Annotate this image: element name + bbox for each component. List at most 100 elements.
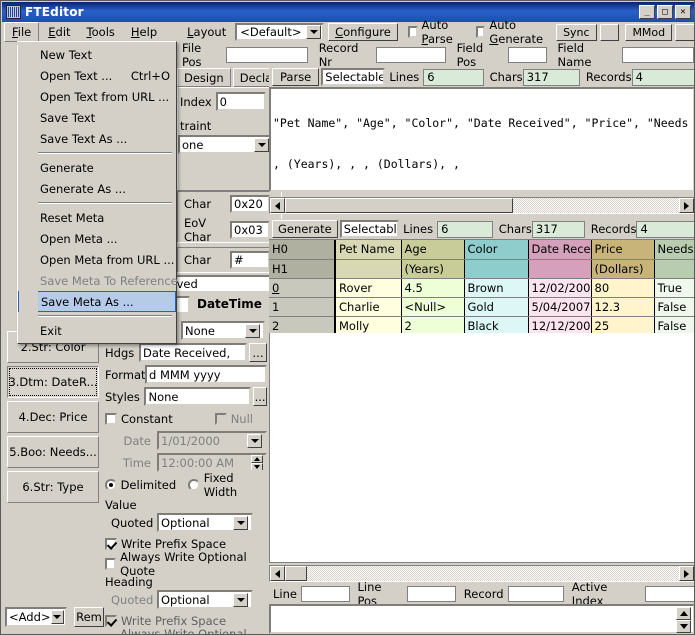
mmod-button[interactable]: MMod: [625, 23, 673, 41]
char-input-2[interactable]: #: [230, 251, 270, 269]
table-cell[interactable]: <Null>: [401, 297, 465, 317]
active-index-field[interactable]: [644, 585, 694, 602]
menu-item-generate[interactable]: Generate: [18, 157, 176, 178]
grid-empty-area[interactable]: [269, 333, 694, 563]
heading-write-prefix-space-checkbox[interactable]: [105, 614, 117, 627]
generate-mode-combo[interactable]: Selectable: [339, 220, 400, 238]
file-pos-field[interactable]: [226, 47, 308, 63]
table-cell[interactable]: False: [654, 316, 694, 333]
menu-edit[interactable]: Edit: [41, 23, 77, 41]
maximize-button[interactable]: □: [657, 5, 673, 19]
layout-combo[interactable]: <Default>: [235, 23, 325, 41]
value-write-prefix-space-checkbox[interactable]: [105, 537, 117, 550]
menu-tools[interactable]: Tools: [80, 23, 122, 41]
hdg-constraint-combo[interactable]: None: [181, 321, 265, 340]
col-subheader-cell[interactable]: [335, 259, 402, 279]
menu-file[interactable]: File: [4, 22, 40, 42]
table-cell[interactable]: 2: [401, 316, 465, 333]
table-cell[interactable]: 12/12/2006 1: [528, 316, 592, 333]
table-cell[interactable]: 25: [591, 316, 655, 333]
line-pos-field[interactable]: [407, 585, 456, 602]
field-name-field[interactable]: [621, 47, 694, 63]
col-header-cell[interactable]: Date Received: [528, 240, 592, 260]
toolbar-blank-1[interactable]: [599, 23, 620, 41]
editor-hscroll-thumb[interactable]: [285, 198, 513, 213]
generate-button[interactable]: Generate: [272, 220, 338, 238]
add-field-combo[interactable]: <Add>: [5, 607, 67, 627]
value-quoted-combo[interactable]: Optional: [157, 513, 253, 532]
table-row[interactable]: 0 Rover 4.5 Brown 12/02/2004 1 80 True: [269, 278, 694, 298]
col-header-cell[interactable]: Needs: [654, 240, 694, 260]
eov-char-input[interactable]: 0x03: [230, 221, 270, 239]
scroll-right-icon[interactable]: [679, 566, 694, 581]
menu-item-reset-meta[interactable]: Reset Meta: [18, 207, 176, 228]
table-cell[interactable]: Black: [464, 316, 529, 333]
col-subheader-cell[interactable]: [464, 259, 529, 279]
menu-item-exit[interactable]: Exit: [18, 320, 176, 341]
chevron-down-icon[interactable]: [254, 137, 269, 152]
table-cell[interactable]: Brown: [464, 278, 529, 298]
editor-hscrollbar[interactable]: [269, 197, 694, 214]
hdgs-input[interactable]: Date Received,: [139, 343, 247, 362]
scroll-up-icon[interactable]: [676, 607, 691, 620]
styles-input[interactable]: None: [144, 387, 252, 406]
editor-hscroll-track[interactable]: [513, 198, 679, 213]
record-nr-field[interactable]: [376, 47, 446, 63]
text-editor[interactable]: "Pet Name", "Age", "Color", "Date Receiv…: [269, 87, 694, 192]
row-header[interactable]: H0: [269, 240, 336, 260]
table-cell[interactable]: Gold: [464, 297, 529, 317]
value-always-quote-checkbox[interactable]: [105, 557, 117, 570]
remove-field-button[interactable]: Rem: [74, 607, 104, 627]
null-checkbox[interactable]: [214, 412, 227, 425]
styles-browse-button[interactable]: ...: [253, 387, 267, 406]
menu-item-save-meta-as[interactable]: Save Meta As ...: [18, 291, 176, 312]
col-header-cell[interactable]: Price: [591, 240, 655, 260]
row-header[interactable]: 0: [269, 278, 336, 298]
table-row-header-0[interactable]: H0 Pet Name Age Color Date Received Pric…: [269, 240, 694, 260]
sync-button[interactable]: Sync: [556, 23, 597, 41]
parse-mode-combo[interactable]: Selectable: [321, 68, 386, 86]
table-cell[interactable]: 80: [591, 278, 655, 298]
menu-item-open-meta-from-url[interactable]: Open Meta from URL ...: [18, 249, 176, 270]
menu-item-new-text[interactable]: New Text: [18, 44, 176, 65]
close-button[interactable]: ✕: [675, 5, 691, 19]
delimited-radio[interactable]: [105, 478, 117, 491]
menu-item-open-meta[interactable]: Open Meta ...: [18, 228, 176, 249]
field-item-type[interactable]: 6.Str: Type: [7, 471, 99, 503]
chevron-down-icon[interactable]: [245, 323, 260, 338]
fixed-width-radio[interactable]: [188, 478, 200, 491]
chevron-down-icon[interactable]: [247, 433, 262, 448]
table-cell[interactable]: 5/04/2007 12: [528, 297, 592, 317]
format-input[interactable]: d MMM yyyy: [145, 365, 267, 384]
table-cell[interactable]: True: [654, 278, 694, 298]
auto-generate-checkbox[interactable]: [475, 26, 486, 38]
chevron-down-icon[interactable]: [306, 25, 322, 39]
message-scroll-buttons[interactable]: [676, 607, 691, 633]
table-cell[interactable]: 4.5: [401, 278, 465, 298]
menu-help[interactable]: Help: [124, 23, 164, 41]
chevron-down-icon[interactable]: [233, 592, 248, 607]
scroll-left-icon[interactable]: [270, 566, 285, 581]
menu-item-save-text[interactable]: Save Text: [18, 107, 176, 128]
col-subheader-cell[interactable]: (Years): [401, 259, 465, 279]
table-cell[interactable]: 12/02/2004 1: [528, 278, 592, 298]
auto-parse-checkbox[interactable]: [407, 26, 418, 38]
heading-quoted-combo[interactable]: Optional: [157, 590, 253, 609]
table-cell[interactable]: Molly: [335, 316, 402, 333]
grid-hscroll-thumb[interactable]: [285, 566, 307, 581]
col-subheader-cell[interactable]: [528, 259, 592, 279]
field-item-needs[interactable]: 5.Boo: Needs...: [7, 436, 99, 468]
time-spinner[interactable]: [251, 455, 263, 470]
table-cell[interactable]: False: [654, 297, 694, 317]
field-pos-field[interactable]: [507, 47, 547, 63]
col-subheader-cell[interactable]: [654, 259, 694, 279]
message-box[interactable]: [269, 604, 694, 634]
record-field[interactable]: [507, 585, 564, 602]
scroll-down-icon[interactable]: [676, 620, 691, 633]
scroll-right-icon[interactable]: [679, 198, 694, 213]
line-field[interactable]: [300, 585, 350, 602]
menu-item-open-text[interactable]: Open Text ... Ctrl+O: [18, 65, 176, 86]
field-item-date-received[interactable]: 3.Dtm: DateR...: [7, 366, 99, 398]
col-header-cell[interactable]: Age: [401, 240, 465, 260]
row-header[interactable]: 1: [269, 297, 336, 317]
